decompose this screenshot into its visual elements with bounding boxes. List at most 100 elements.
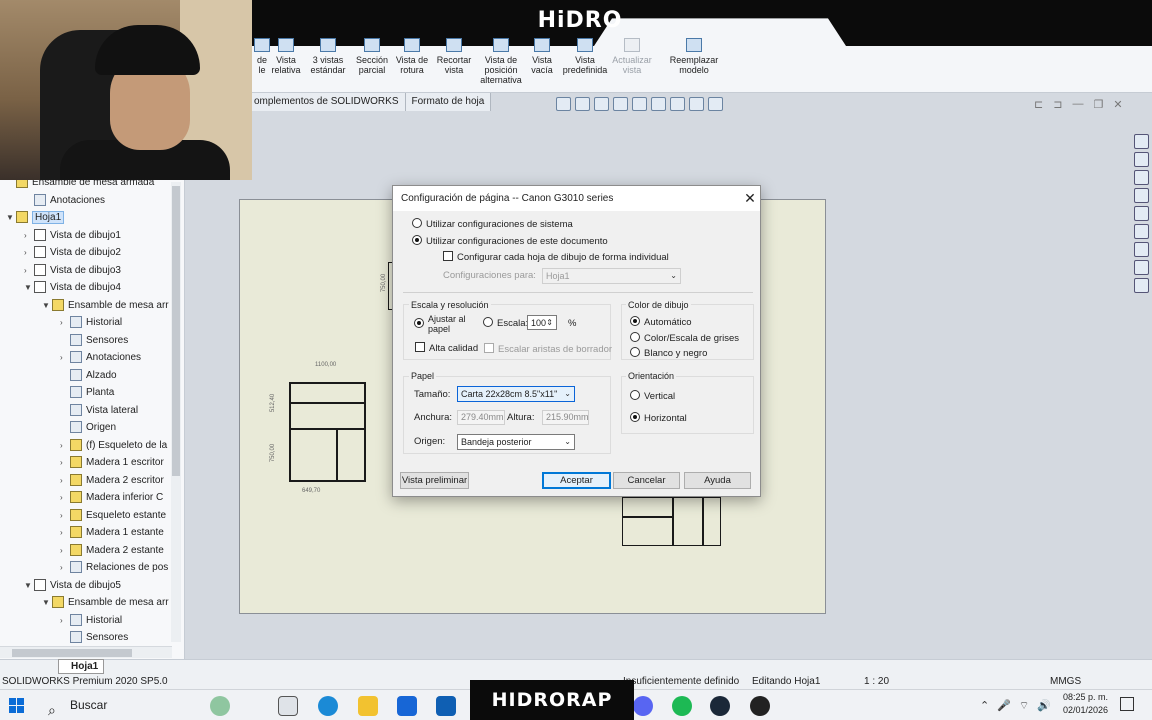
status-units[interactable]: MMGS: [1050, 674, 1081, 689]
view-settings-icon[interactable]: [689, 97, 704, 111]
tree-item[interactable]: Origen: [60, 419, 116, 437]
expand-arrow-icon[interactable]: ›: [60, 524, 70, 542]
color-auto-option[interactable]: Automático: [630, 316, 692, 329]
spotify-icon[interactable]: [672, 696, 692, 716]
globe-icon[interactable]: [1134, 134, 1149, 149]
use-document-option[interactable]: Utilizar configuraciones de este documen…: [412, 235, 608, 248]
tree-item[interactable]: ▼ Hoja1: [6, 209, 65, 227]
expand-arrow-icon[interactable]: ▼: [6, 209, 16, 227]
zoom-to-fit-icon[interactable]: [556, 97, 571, 111]
pan-icon[interactable]: [613, 97, 628, 111]
tree-item[interactable]: › Vista de dibujo2: [24, 244, 121, 262]
tab-formato-hoja[interactable]: Formato de hoja: [405, 93, 492, 111]
notification-icon[interactable]: [1120, 697, 1134, 711]
expand-arrow-icon[interactable]: ›: [60, 559, 70, 577]
folder-icon[interactable]: [1134, 188, 1149, 203]
status-scale[interactable]: 1 : 20: [864, 674, 889, 689]
obs-icon[interactable]: [750, 696, 770, 716]
tree-item[interactable]: › Vista de dibujo1: [24, 227, 121, 245]
alien-widget-icon[interactable]: [210, 696, 230, 716]
tree-item[interactable]: › Madera 2 estante: [60, 542, 164, 560]
restore-icon[interactable]: ❐: [1093, 98, 1103, 111]
expand-arrow-icon[interactable]: ›: [60, 349, 70, 367]
forum-icon[interactable]: [1134, 260, 1149, 275]
expand-arrow-icon[interactable]: ›: [24, 244, 34, 262]
tree-item[interactable]: › Madera 1 escritor: [60, 454, 164, 472]
home-icon[interactable]: [1134, 152, 1149, 167]
radio-selected-icon[interactable]: [630, 412, 640, 422]
steam-icon[interactable]: [710, 696, 730, 716]
file-explorer-icon[interactable]: [358, 696, 378, 716]
radio-icon[interactable]: [483, 317, 493, 327]
tree-item[interactable]: ▼ Ensamble de mesa arr: [42, 297, 169, 315]
radio-icon[interactable]: [412, 218, 422, 228]
tree-item[interactable]: Ensamble de mesa armada: [6, 180, 154, 192]
zoom-in-out-icon[interactable]: [594, 97, 609, 111]
tree-item[interactable]: › Historial: [60, 314, 122, 332]
tree-item[interactable]: Planta: [60, 384, 114, 402]
scale-option[interactable]: Escala:: [483, 317, 528, 330]
tree-item[interactable]: › Vista de dibujo3: [24, 262, 121, 280]
checkbox-icon[interactable]: [443, 251, 453, 261]
tree-item[interactable]: › Madera 2 escritor: [60, 472, 164, 490]
edge-icon[interactable]: [318, 696, 338, 716]
radio-selected-icon[interactable]: [414, 318, 424, 328]
tab-complementos[interactable]: omplementos de SOLIDWORKS: [248, 93, 406, 111]
tree-item[interactable]: › (f) Esqueleto de la: [60, 437, 167, 455]
tree-item[interactable]: ▼ Vista de dibujo4: [24, 279, 121, 297]
expand-arrow-icon[interactable]: ▼: [42, 297, 52, 315]
ribbon-button[interactable]: Recortar vista: [434, 38, 474, 75]
tree-item[interactable]: › Madera inferior C: [60, 489, 163, 507]
print-preview-button[interactable]: Vista preliminar: [400, 472, 469, 489]
scale-input[interactable]: 100 ⇕: [527, 315, 557, 330]
tree-item[interactable]: › Historial: [60, 612, 122, 630]
ribbon-button[interactable]: 3 vistas estándar: [306, 38, 350, 75]
expand-arrow-icon[interactable]: ›: [24, 262, 34, 280]
outlook-icon[interactable]: [436, 696, 456, 716]
orientation-horizontal-option[interactable]: Horizontal: [630, 412, 687, 425]
orientation-vertical-option[interactable]: Vertical: [630, 390, 675, 403]
tile-left-icon[interactable]: ⊏: [1034, 98, 1043, 111]
expand-arrow-icon[interactable]: ›: [60, 437, 70, 455]
tree-item[interactable]: Sensores: [60, 332, 128, 350]
tile-right-icon[interactable]: ⊐: [1053, 98, 1062, 111]
minimize-icon[interactable]: —: [1072, 98, 1083, 111]
tree-item[interactable]: ▼ Ensamble de mesa arr: [42, 594, 169, 612]
tree-item[interactable]: Anotaciones: [24, 192, 105, 210]
tree-item[interactable]: › Madera 1 estante: [60, 524, 164, 542]
radio-selected-icon[interactable]: [412, 235, 422, 245]
appearance-icon[interactable]: [1134, 224, 1149, 239]
color-gray-option[interactable]: Color/Escala de grises: [630, 332, 739, 345]
paper-source-select[interactable]: Bandeja posterior ⌄: [457, 434, 575, 450]
expand-arrow-icon[interactable]: ›: [24, 227, 34, 245]
ribbon-button[interactable]: Reemplazar modelo: [668, 38, 720, 75]
taskbar-clock[interactable]: 08:25 p. m. 02/01/2026: [1052, 691, 1108, 717]
tree-item[interactable]: › Esqueleto estante: [60, 507, 166, 525]
task-view-icon[interactable]: [278, 696, 298, 716]
expand-arrow-icon[interactable]: ›: [60, 612, 70, 630]
view-palette-icon[interactable]: [1134, 206, 1149, 221]
redraw-icon[interactable]: [632, 97, 647, 111]
help-button[interactable]: Ayuda: [684, 472, 751, 489]
sheet-tab-hoja1[interactable]: Hoja1: [58, 659, 104, 674]
scrollbar-thumb[interactable]: [172, 186, 180, 476]
use-system-option[interactable]: Utilizar configuraciones de sistema: [412, 218, 573, 231]
ribbon-button[interactable]: de le: [252, 38, 272, 75]
radio-icon[interactable]: [630, 332, 640, 342]
parts-icon[interactable]: [1134, 170, 1149, 185]
per-sheet-checkbox[interactable]: Configurar cada hoja de dibujo de forma …: [443, 251, 669, 264]
ribbon-button[interactable]: Sección parcial: [352, 38, 392, 75]
discord-icon[interactable]: [633, 696, 653, 716]
ribbon-button[interactable]: Actualizar vista: [612, 38, 652, 75]
checklist-icon[interactable]: [1134, 278, 1149, 293]
close-icon[interactable]: ✕: [1113, 98, 1122, 111]
zoom-area-icon[interactable]: [575, 97, 590, 111]
tree-item[interactable]: › Relaciones de pos: [60, 559, 168, 577]
expand-arrow-icon[interactable]: ›: [60, 454, 70, 472]
windows-start-icon[interactable]: [9, 698, 24, 713]
scrollbar-thumb[interactable]: [12, 649, 132, 657]
radio-icon[interactable]: [630, 347, 640, 357]
tree-horizontal-scrollbar[interactable]: [0, 646, 172, 658]
expand-arrow-icon[interactable]: ›: [60, 314, 70, 332]
display-style-icon[interactable]: [651, 97, 666, 111]
